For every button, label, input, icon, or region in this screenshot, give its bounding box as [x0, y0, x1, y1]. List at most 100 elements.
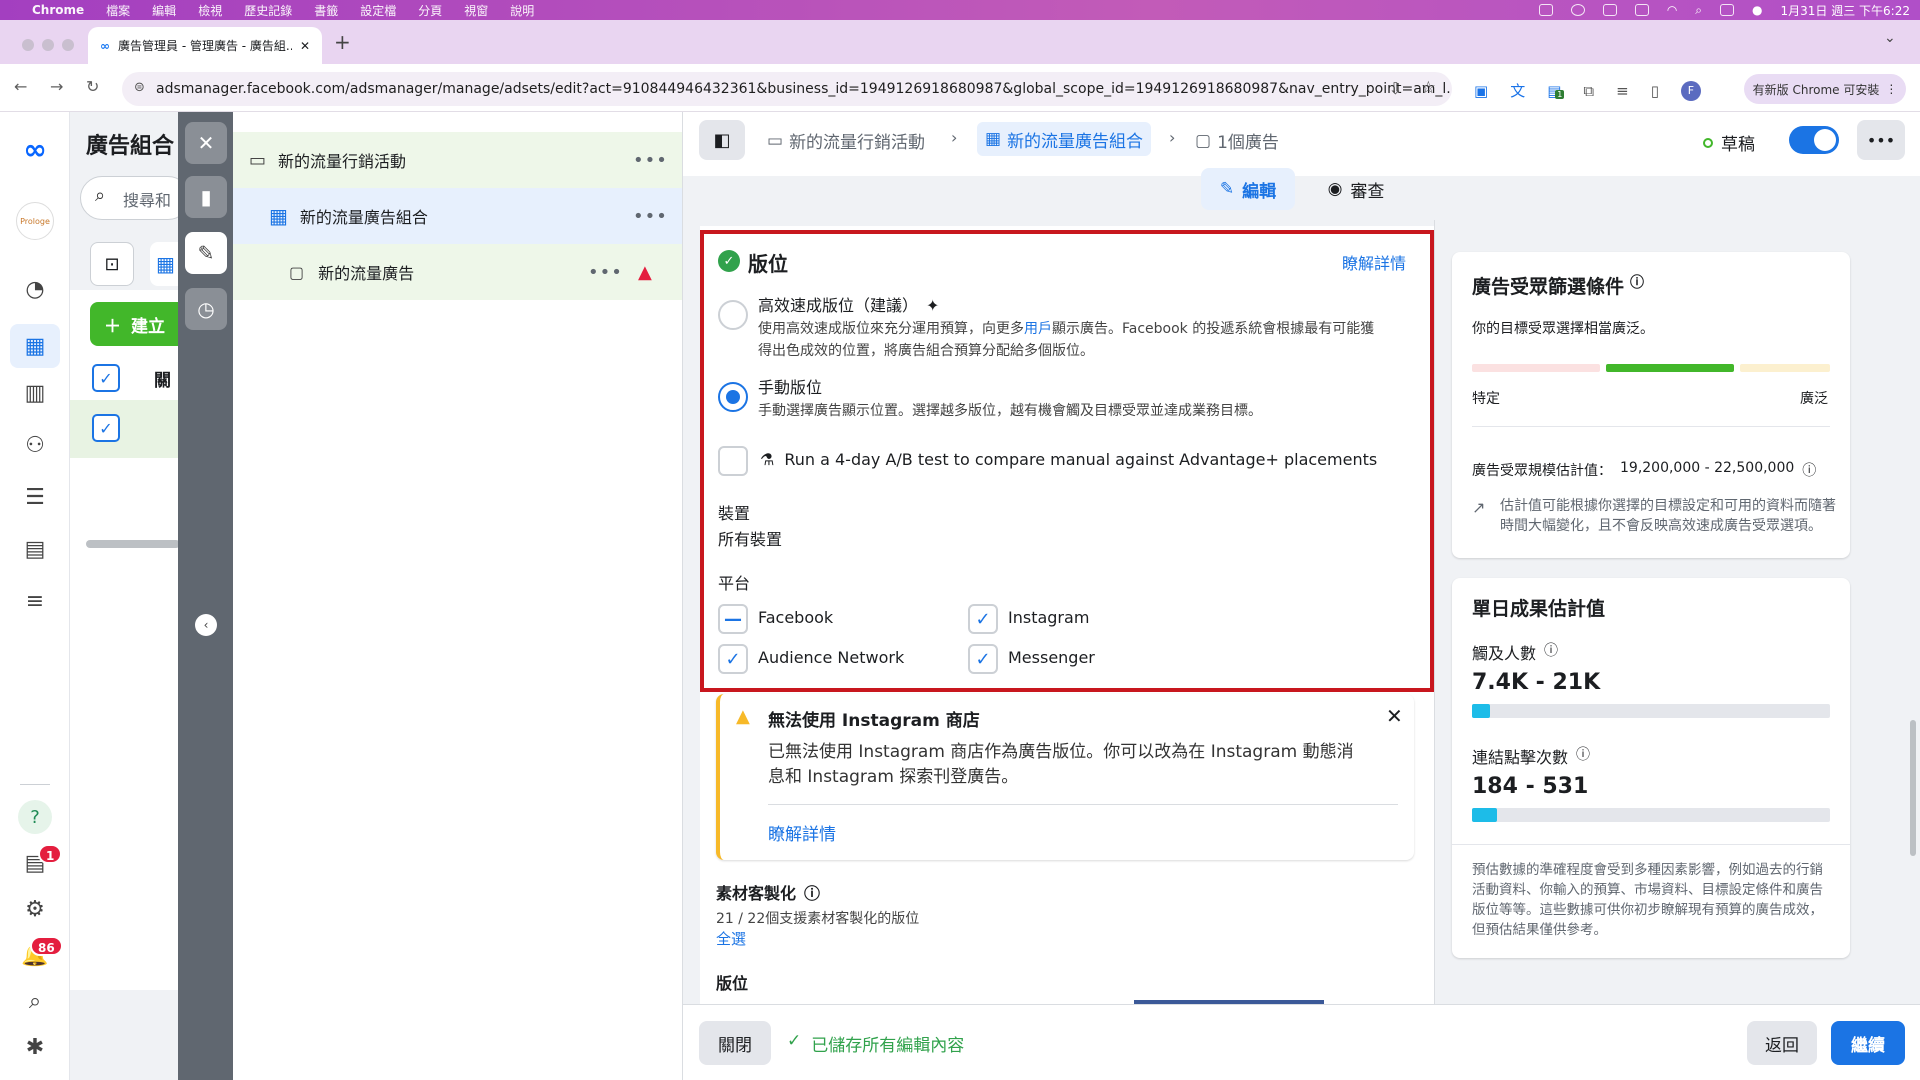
- tab-search-icon[interactable]: ⌄: [1884, 30, 1896, 46]
- address-bar[interactable]: ⊜ adsmanager.facebook.com/adsmanager/man…: [122, 72, 1452, 106]
- site-info-icon[interactable]: ⊜: [134, 80, 145, 95]
- publish-toggle[interactable]: [1789, 126, 1839, 154]
- tab-edit[interactable]: ✎ 編輯: [1201, 168, 1295, 210]
- reload-icon[interactable]: ↻: [86, 77, 99, 96]
- breadcrumb-adset[interactable]: ▦ 新的流量廣告組合: [977, 122, 1152, 156]
- charts-button[interactable]: ▮: [185, 176, 227, 218]
- select-all-checkbox[interactable]: ✓: [92, 364, 120, 392]
- siri-icon[interactable]: ●: [1752, 3, 1762, 17]
- info-icon[interactable]: ⓘ: [1576, 744, 1590, 768]
- info-icon[interactable]: ⓘ: [1802, 460, 1816, 480]
- record-icon[interactable]: [1570, 4, 1585, 16]
- info-icon[interactable]: ⓘ: [804, 880, 820, 904]
- audience-network-checkbox[interactable]: ✓: [718, 644, 748, 674]
- browser-tab[interactable]: ∞ 廣告管理員 - 管理廣告 - 廣告組... ✕: [88, 27, 322, 64]
- back-icon[interactable]: ←: [14, 77, 27, 96]
- manual-placements-radio[interactable]: [718, 382, 748, 412]
- error-warning-icon[interactable]: ▲: [638, 262, 652, 283]
- adsets-tab-icon[interactable]: ▦: [150, 242, 180, 286]
- help-icon[interactable]: ?: [18, 800, 52, 834]
- wifi-icon[interactable]: ◠: [1667, 3, 1677, 17]
- edit-pencil-button[interactable]: ✎: [185, 232, 227, 274]
- continue-button[interactable]: 繼續: [1831, 1021, 1905, 1065]
- search-icon[interactable]: ⌕: [18, 984, 52, 1018]
- history-button[interactable]: ◷: [185, 288, 227, 330]
- messenger-checkbox[interactable]: ✓: [968, 644, 998, 674]
- clock[interactable]: 1月31日 週三 下午6:22: [1781, 2, 1910, 19]
- dashboard-gauge-icon[interactable]: ◔: [18, 272, 52, 306]
- horizontal-scrollbar[interactable]: [86, 540, 180, 548]
- select-all-link[interactable]: 全選: [716, 928, 746, 949]
- account-avatar[interactable]: Prologe: [16, 202, 54, 240]
- close-button[interactable]: 關閉: [699, 1021, 771, 1065]
- table-row[interactable]: ✓: [70, 400, 180, 458]
- ad-more-icon[interactable]: •••: [588, 262, 623, 283]
- minimize-window-button[interactable]: [42, 39, 54, 51]
- report-bug-icon[interactable]: ✱: [18, 1030, 52, 1064]
- ads-manager-table-icon[interactable]: ▦: [10, 324, 60, 368]
- menu-view[interactable]: 檢視: [198, 2, 222, 19]
- menu-edit[interactable]: 編輯: [152, 2, 176, 19]
- instagram-checkbox[interactable]: ✓: [968, 604, 998, 634]
- tree-adset-row[interactable]: ▦ 新的流量廣告組合 •••: [233, 188, 682, 244]
- platform-facebook[interactable]: Facebook: [758, 608, 833, 627]
- close-tab-icon[interactable]: ✕: [300, 39, 310, 53]
- menu-bookmarks[interactable]: 書籤: [314, 2, 338, 19]
- search-input[interactable]: ⌕ 搜尋和: [80, 176, 190, 220]
- menu-tabs[interactable]: 分頁: [418, 2, 442, 19]
- create-button[interactable]: ＋ 建立: [90, 302, 180, 346]
- close-warning-icon[interactable]: ✕: [1386, 704, 1403, 728]
- menu-help[interactable]: 說明: [510, 2, 534, 19]
- info-icon[interactable]: ⓘ: [1630, 272, 1644, 299]
- close-editor-button[interactable]: ✕: [185, 122, 227, 164]
- warning-learn-more-link[interactable]: 瞭解詳情: [768, 820, 836, 845]
- extensions-puzzle-icon[interactable]: ⧉: [1583, 82, 1594, 100]
- platform-instagram[interactable]: Instagram: [1008, 608, 1089, 627]
- chat-icon[interactable]: [1538, 4, 1553, 16]
- chrome-update-button[interactable]: 有新版 Chrome 可安裝 ⋮: [1744, 74, 1906, 104]
- tab-review[interactable]: ◉ 審查: [1316, 168, 1396, 210]
- spotlight-icon[interactable]: ⌕: [1695, 3, 1702, 18]
- menu-app-name[interactable]: Chrome: [32, 3, 84, 17]
- tree-ad-row[interactable]: ▢ 新的流量廣告 ••• ▲: [233, 244, 682, 300]
- tree-campaign-row[interactable]: ▭ 新的流量行銷活動 •••: [233, 132, 682, 188]
- advantage-placements-radio[interactable]: [718, 300, 748, 330]
- info-icon[interactable]: ⓘ: [1544, 640, 1558, 664]
- forward-icon[interactable]: →: [50, 77, 63, 96]
- facebook-checkbox[interactable]: —: [718, 604, 748, 634]
- side-panel-icon[interactable]: ▯: [1651, 82, 1659, 100]
- column-header[interactable]: 關: [154, 366, 171, 391]
- back-button[interactable]: 返回: [1747, 1021, 1817, 1065]
- kebab-menu-icon[interactable]: ⋮: [1885, 82, 1897, 96]
- settings-gear-icon[interactable]: ⚙: [18, 892, 52, 926]
- users-link[interactable]: 用戶: [1024, 321, 1052, 337]
- row-checkbox[interactable]: ✓: [92, 414, 120, 442]
- platform-audience-network[interactable]: Audience Network: [758, 648, 904, 667]
- bookmark-star-icon[interactable]: ☆: [1421, 78, 1436, 98]
- new-tab-button[interactable]: +: [334, 30, 351, 54]
- more-options-icon[interactable]: •••: [1857, 120, 1905, 160]
- audiences-icon[interactable]: ⚇: [18, 428, 52, 462]
- control-center-icon[interactable]: [1720, 4, 1735, 16]
- profile-avatar[interactable]: F: [1680, 80, 1701, 101]
- all-tools-menu-icon[interactable]: ≡: [18, 584, 52, 618]
- devices-value[interactable]: 所有裝置: [718, 526, 782, 550]
- menu-profiles[interactable]: 設定檔: [360, 2, 396, 19]
- campaigns-tab-folder-icon[interactable]: ⊡: [90, 242, 134, 286]
- adset-more-icon[interactable]: •••: [633, 206, 668, 227]
- campaign-more-icon[interactable]: •••: [633, 150, 668, 171]
- menu-window[interactable]: 視窗: [464, 2, 488, 19]
- menu-file[interactable]: 檔案: [106, 2, 130, 19]
- page-scrollbar[interactable]: [1910, 720, 1916, 856]
- translate-extension-icon[interactable]: 文: [1510, 80, 1525, 101]
- zoom-window-button[interactable]: [62, 39, 74, 51]
- meta-logo-icon[interactable]: ∞: [18, 132, 52, 166]
- menu-history[interactable]: 歷史記錄: [244, 2, 292, 19]
- calendar-icon[interactable]: [1602, 4, 1617, 16]
- install-app-icon[interactable]: ⇩: [1389, 79, 1402, 98]
- pages-icon[interactable]: ▥: [18, 376, 52, 410]
- reading-list-icon[interactable]: ≡: [1616, 82, 1629, 100]
- platform-messenger[interactable]: Messenger: [1008, 648, 1095, 667]
- collapse-chevron-icon[interactable]: ‹: [195, 614, 217, 636]
- extension-badge-icon[interactable]: ▤1: [1547, 82, 1565, 100]
